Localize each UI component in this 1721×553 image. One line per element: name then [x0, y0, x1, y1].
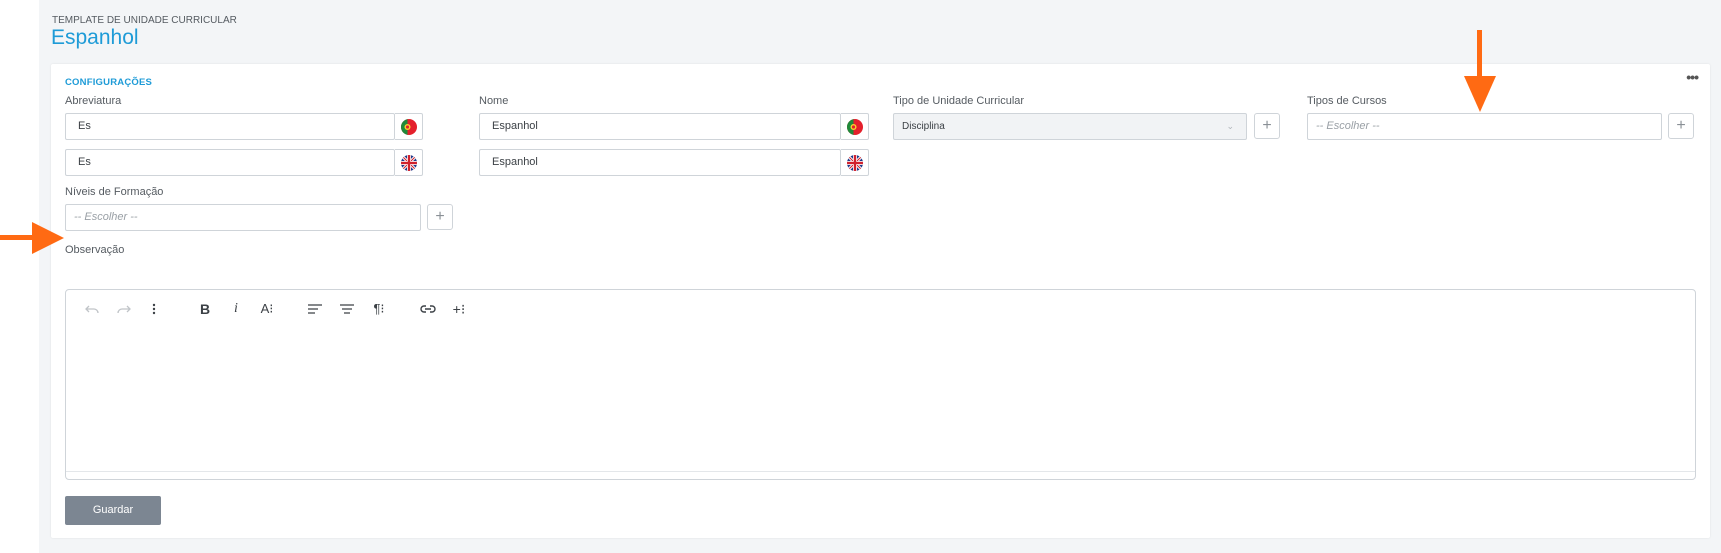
breadcrumb: TEMPLATE DE UNIDADE CURRICULAR	[52, 15, 237, 26]
nome-label: Nome	[479, 95, 509, 107]
add-tipo-uc-button[interactable]: +	[1254, 113, 1280, 139]
tipo-uc-value: Disciplina	[902, 121, 945, 132]
redo-icon[interactable]	[114, 299, 134, 319]
uk-flag-icon	[400, 154, 417, 171]
align-center-icon[interactable]	[338, 299, 356, 319]
page-title: Espanhol	[51, 26, 139, 49]
align-left-icon[interactable]	[306, 299, 324, 319]
insert-icon[interactable]: +⁝	[448, 299, 470, 319]
tipo-uc-select[interactable]: Disciplina ⌄	[893, 113, 1247, 140]
tipo-uc-label: Tipo de Unidade Curricular	[893, 95, 1025, 107]
paragraph-icon[interactable]: ¶⁝	[368, 299, 390, 319]
language-en-button[interactable]	[841, 149, 869, 176]
niveis-label: Níveis de Formação	[65, 186, 164, 198]
link-icon[interactable]	[418, 299, 438, 319]
observacao-label: Observação	[65, 244, 125, 256]
language-en-button[interactable]	[395, 149, 423, 176]
portugal-flag-icon	[846, 118, 863, 135]
configuracoes-card: CONFIGURAÇÕES ••• Abreviatura Es Es Nome…	[51, 64, 1710, 538]
nome-en-input[interactable]: Espanhol	[479, 149, 841, 176]
abreviatura-pt-input[interactable]: Es	[65, 113, 395, 140]
editor-status-divider	[66, 471, 1695, 472]
font-size-icon[interactable]: A⁝	[256, 299, 278, 319]
abreviatura-en-input[interactable]: Es	[65, 149, 395, 176]
tipos-cursos-input[interactable]: -- Escolher --	[1307, 113, 1662, 140]
card-title: CONFIGURAÇÕES	[65, 77, 153, 88]
abreviatura-label: Abreviatura	[65, 95, 122, 107]
language-pt-button[interactable]	[841, 113, 869, 140]
undo-icon[interactable]	[82, 299, 102, 319]
add-tipos-cursos-button[interactable]: +	[1668, 113, 1694, 139]
italic-icon[interactable]: i	[228, 299, 244, 319]
tipos-cursos-label: Tipos de Cursos	[1307, 95, 1387, 107]
chevron-down-icon: ⌄	[1226, 121, 1234, 131]
language-pt-button[interactable]	[395, 113, 423, 140]
more-vertical-icon[interactable]	[146, 299, 162, 319]
save-button[interactable]: Guardar	[65, 496, 161, 525]
bold-icon[interactable]: B	[196, 299, 214, 319]
nome-pt-input[interactable]: Espanhol	[479, 113, 841, 140]
uk-flag-icon	[846, 154, 863, 171]
arrow-down-icon	[1464, 30, 1496, 112]
arrow-right-icon	[0, 222, 64, 254]
niveis-input[interactable]: -- Escolher --	[65, 204, 421, 231]
observacao-editor[interactable]: B i A⁝ ¶⁝ +⁝	[65, 289, 1696, 480]
add-niveis-button[interactable]: +	[427, 204, 453, 230]
portugal-flag-icon	[400, 118, 417, 135]
more-horizontal-icon[interactable]: •••	[1686, 69, 1699, 85]
